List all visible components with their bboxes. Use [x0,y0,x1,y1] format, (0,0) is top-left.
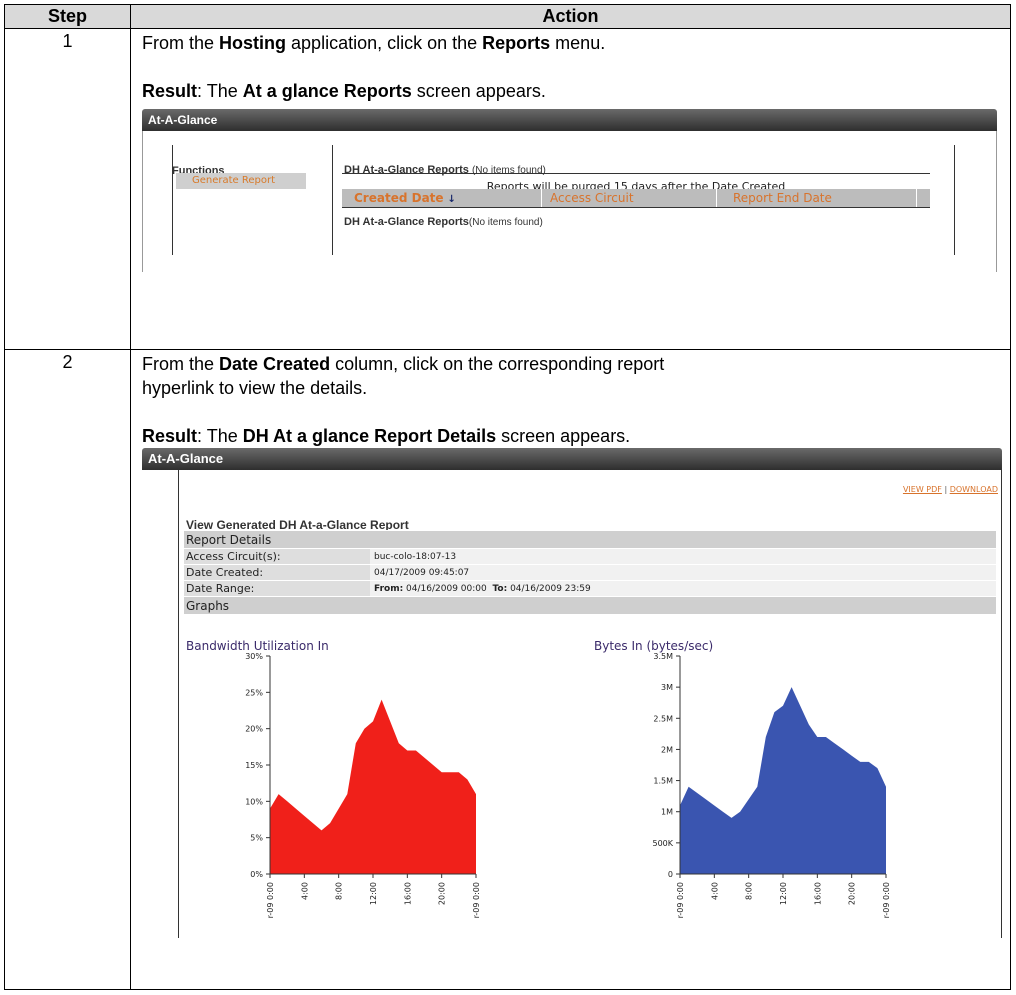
detail-row: Date Range: From: 04/16/2009 00:00 To: 0… [184,580,996,596]
x-tick-label: r-09 0:00 [266,882,275,918]
bytes-chart: 0 500K 1M 1.5M 2M 2.5M 3M 3.5M r-09 0:00 4:00 8:00… [652,652,891,918]
x-tick-label: 16:00 [813,882,822,905]
x-tick-label: 12:00 [779,882,788,905]
step-action: From the Hosting application, click on t… [130,28,1011,350]
result-text: Result: The DH At a glance Report Detail… [142,426,631,446]
y-tick-label: 5% [250,834,263,843]
window-title: At-A-Glance [142,448,1002,470]
y-tick-label: 3.5M [653,652,673,661]
step-number: 1 [4,28,131,350]
x-tick-label: 8:00 [335,882,344,900]
y-tick-label: 20% [245,725,263,734]
step-action: From the Date Created column, click on t… [130,349,1011,990]
download-link[interactable]: DOWNLOAD [950,485,998,494]
x-tick-label: 4:00 [300,882,309,900]
y-tick-label: 10% [245,797,263,806]
x-tick-label: 20:00 [848,882,857,905]
report-details-grid: Report Details Access Circuit(s): buc-co… [184,530,996,614]
detail-row: Access Circuit(s): buc-colo-18:07-13 [184,548,996,564]
x-tick-label: r-09 0:00 [472,882,481,918]
x-tick-label: 8:00 [745,882,754,900]
header-step: Step [4,4,131,29]
y-tick-label: 25% [245,688,263,697]
reports-list-footer: DH At-a-Glance Reports(No items found) [344,216,543,228]
result-text: Result: The At a glance Reports screen a… [142,81,546,101]
window-title: At-A-Glance [142,109,997,131]
procedure-table: Step Action 1 From the Hosting applicati… [4,4,1011,990]
column-created-date[interactable]: Created Date ↓ [342,189,542,207]
x-tick-label: r-09 0:00 [882,882,891,918]
instruction-text: From the Date Created column, click on t… [142,354,665,374]
area-series [270,699,476,874]
column-access-circuit[interactable]: Access Circuit [542,189,717,207]
reports-table-header: Created Date ↓ Access Circuit Report End … [342,189,930,207]
instruction-text-cont: hyperlink to view the details. [142,378,368,398]
x-tick-label: 12:00 [369,882,378,905]
x-tick-label: 4:00 [710,882,719,900]
y-tick-label: 3M [661,683,673,692]
details-band: Report Details [184,530,996,548]
y-tick-label: 1.5M [653,777,673,786]
y-tick-label: 1M [661,808,673,817]
table-row: 2 From the Date Created column, click on… [4,349,1011,990]
y-tick-label: 30% [245,652,263,661]
graphs-band: Graphs [184,596,996,614]
header-action: Action [130,4,1011,29]
y-tick-label: 500K [652,839,673,848]
table-row: 1 From the Hosting application, click on… [4,28,1011,350]
view-pdf-link[interactable]: VIEW PDF [903,485,942,494]
reports-screenshot: At-A-Glance Functions Generate Report DH… [142,109,997,272]
generate-report-button[interactable]: Generate Report [176,173,306,189]
y-tick-label: 2M [661,745,673,754]
instruction-text: From the Hosting application, click on t… [142,33,606,53]
y-tick-label: 0 [668,870,673,879]
y-tick-label: 0% [250,870,263,879]
area-series [680,687,886,874]
table-header-row: Step Action [4,4,1011,29]
x-tick-label: 20:00 [438,882,447,905]
step-number: 2 [4,349,131,990]
report-details-screenshot: At-A-Glance VIEW PDF | DOWNLOAD View Gen… [142,448,1002,938]
y-tick-label: 15% [245,761,263,770]
report-links: VIEW PDF | DOWNLOAD [902,485,998,494]
sort-arrow-icon: ↓ [447,194,456,205]
y-tick-label: 2.5M [653,714,673,723]
x-tick-label: 16:00 [403,882,412,905]
x-tick-label: r-09 0:00 [676,882,685,918]
column-report-end-date[interactable]: Report End Date [717,189,917,207]
bandwidth-chart: 0% 5% 10% 15% 20% 25% 30% r-09 0:00 4:00 8:00 12:0… [245,652,481,918]
detail-row: Date Created: 04/17/2009 09:45:07 [184,564,996,580]
